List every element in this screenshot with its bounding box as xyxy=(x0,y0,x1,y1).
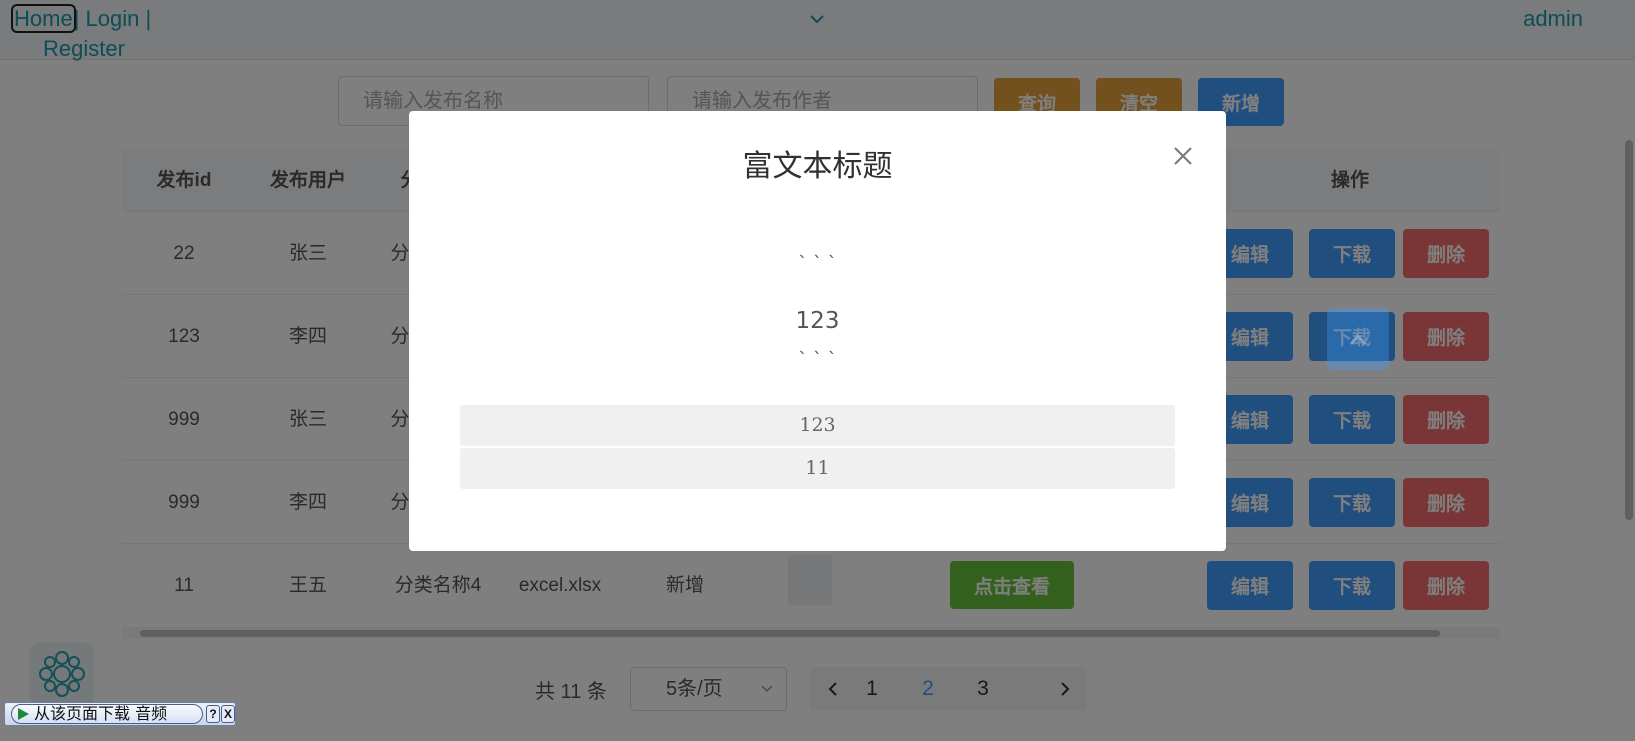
back-to-top-button[interactable] xyxy=(1327,308,1389,370)
audio-download-bar: 从该页面下载 音频 ? X xyxy=(4,702,236,726)
code-block: 11 xyxy=(460,448,1175,489)
code-block: 123 xyxy=(460,405,1175,446)
close-icon[interactable]: X xyxy=(221,705,235,723)
dialog-title: 富文本标题 xyxy=(742,149,893,184)
content-text: 123 xyxy=(795,308,840,334)
download-audio-button[interactable]: 从该页面下载 音频 xyxy=(11,704,203,724)
chevron-up-icon xyxy=(1350,334,1366,345)
download-audio-label: 从该页面下载 音频 xyxy=(34,704,168,723)
rich-text-dialog: 富文本标题 ` ` ` 123 ` ` ` 123 11 xyxy=(409,111,1226,551)
content-backticks: ` ` ` xyxy=(798,349,837,370)
content-backticks: ` ` ` xyxy=(798,253,837,274)
help-icon[interactable]: ? xyxy=(206,705,220,723)
play-icon xyxy=(18,708,29,720)
close-icon[interactable] xyxy=(1172,145,1194,167)
